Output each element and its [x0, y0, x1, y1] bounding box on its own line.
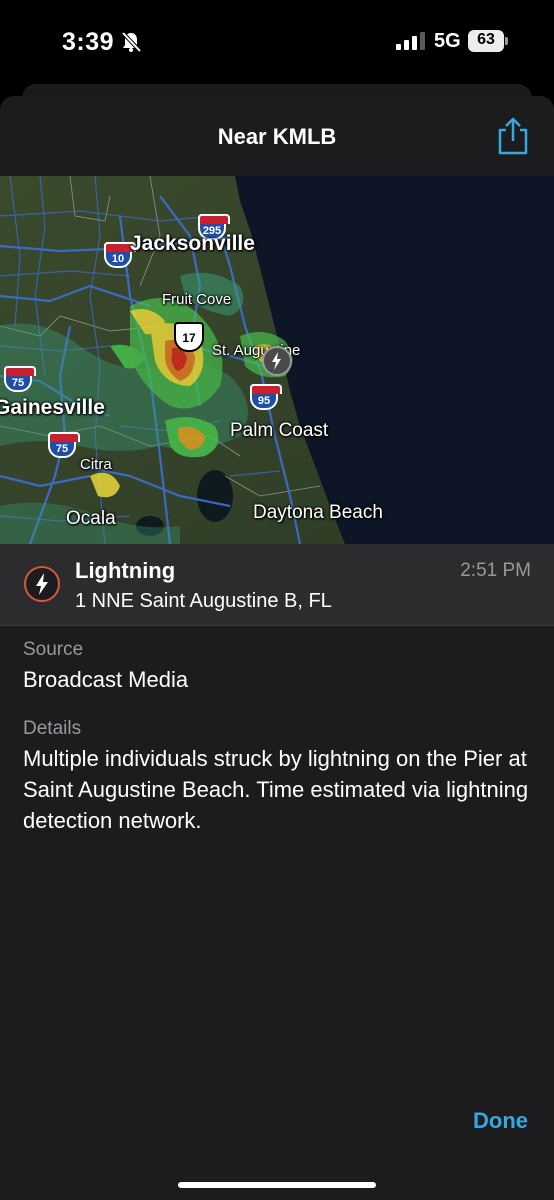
interstate-95-shield: 95 — [250, 384, 282, 410]
event-row[interactable]: Lightning 1 NNE Saint Augustine B, FL 2:… — [0, 544, 554, 626]
report-sheet: Near KMLB 295 10 17 75 95 75 Jacksonvill… — [0, 96, 554, 1200]
interstate-10-shield: 10 — [104, 242, 136, 268]
radar-map[interactable]: 295 10 17 75 95 75 Jacksonville Fruit Co… — [0, 176, 554, 544]
map-label-citra: Citra — [80, 456, 112, 473]
nav-title: Near KMLB — [217, 124, 337, 149]
map-label-jacksonville: Jacksonville — [130, 232, 255, 255]
lightning-map-marker[interactable] — [262, 346, 292, 376]
interstate-75-north-shield: 75 — [4, 366, 36, 392]
us-17-shield: 17 — [174, 322, 204, 352]
nav-bar: Near KMLB — [0, 96, 554, 176]
map-label-gainesville: Gainesville — [0, 396, 105, 419]
event-location: 1 NNE Saint Augustine B, FL — [75, 590, 332, 612]
source-label: Source — [23, 639, 84, 660]
home-indicator — [178, 1182, 376, 1188]
battery-icon: 63 — [468, 30, 508, 52]
network-label: 5G — [434, 30, 461, 52]
interstate-75-south-shield: 75 — [48, 432, 80, 458]
status-bar: 3:39 5G 63 — [0, 0, 554, 84]
bell-slash-icon — [121, 31, 142, 53]
event-title: Lightning — [75, 558, 176, 583]
event-time: 2:51 PM — [460, 560, 531, 581]
share-icon[interactable] — [495, 116, 531, 156]
map-label-ocala: Ocala — [66, 508, 116, 529]
details-value: Multiple individuals struck by lightning… — [23, 746, 529, 833]
signal-icon — [396, 32, 425, 50]
map-label-palm-coast: Palm Coast — [230, 420, 329, 441]
lightning-icon — [24, 566, 60, 602]
lightning-bolt-icon — [272, 352, 281, 370]
map-label-daytona-beach: Daytona Beach — [253, 502, 383, 523]
source-value: Broadcast Media — [23, 667, 189, 692]
map-label-fruit-cove: Fruit Cove — [162, 291, 232, 308]
details-label: Details — [23, 718, 82, 739]
status-time: 3:39 — [62, 28, 115, 56]
done-button[interactable]: Done — [473, 1108, 528, 1134]
battery-level: 63 — [477, 31, 495, 48]
